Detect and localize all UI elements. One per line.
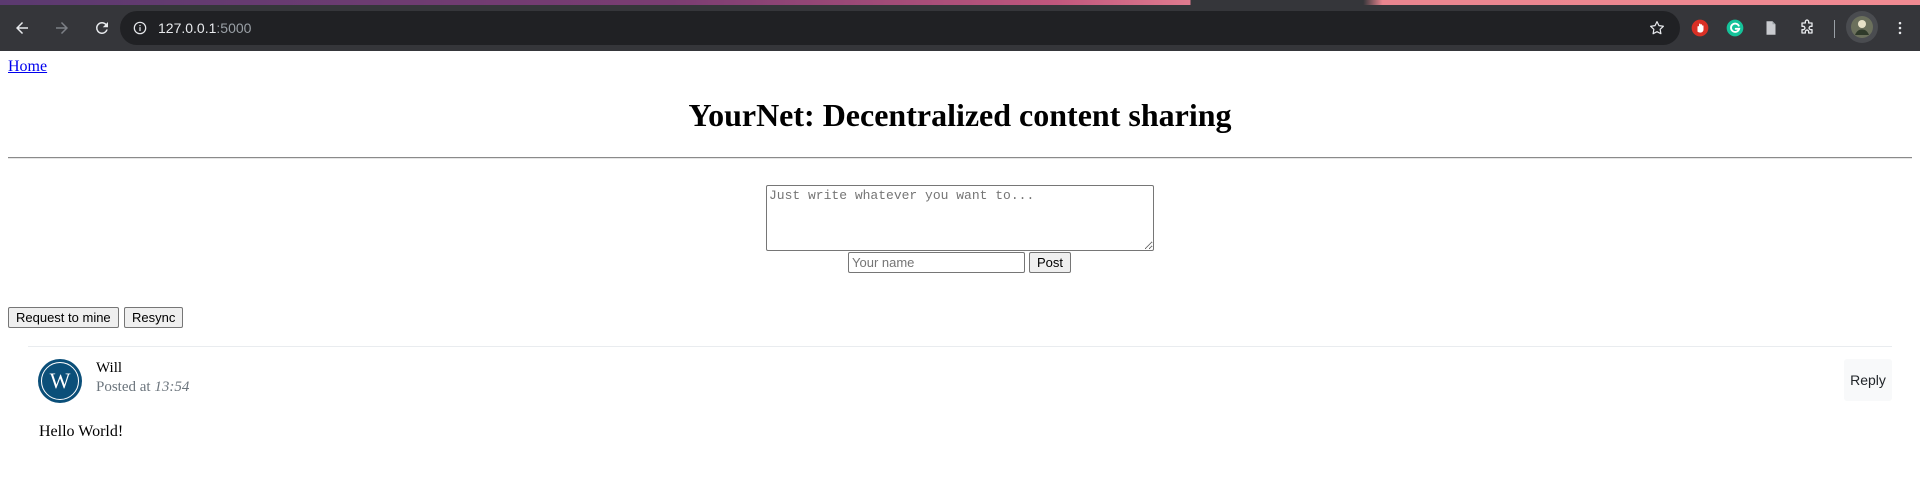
browser-chrome: 127.0.0.1:5000	[0, 0, 1920, 51]
hand-stop-icon[interactable]	[1688, 16, 1712, 40]
info-icon[interactable]	[132, 20, 148, 36]
posted-prefix: Posted at	[96, 379, 151, 395]
post-button[interactable]: Post	[1029, 252, 1072, 273]
reload-button[interactable]	[84, 10, 120, 46]
forward-button[interactable]	[44, 10, 80, 46]
address-bar[interactable]: 127.0.0.1:5000	[120, 11, 1680, 45]
home-link[interactable]: Home	[8, 58, 47, 76]
post-author: Will	[96, 360, 123, 376]
avatar: W	[38, 359, 82, 403]
kebab-menu-icon[interactable]	[1888, 16, 1912, 40]
browser-toolbar: 127.0.0.1:5000	[0, 5, 1920, 51]
url-port: :5000	[216, 20, 252, 36]
post-content-textarea[interactable]	[766, 185, 1154, 251]
url-text[interactable]: 127.0.0.1:5000	[158, 20, 251, 36]
puzzle-icon[interactable]	[1795, 16, 1819, 40]
author-name-input[interactable]	[848, 252, 1025, 273]
post-item: W Will Posted at 13:54 Reply Hello World…	[28, 346, 1892, 480]
page-title: YourNet: Decentralized content sharing	[688, 97, 1232, 133]
arrow-right-icon	[56, 22, 68, 34]
page-content: Home YourNet: Decentralized content shar…	[0, 51, 1920, 480]
grammarly-icon[interactable]	[1723, 16, 1747, 40]
post-content: Hello World!	[39, 423, 124, 440]
back-button[interactable]	[4, 10, 40, 46]
avatar-letter: W	[41, 362, 79, 400]
post-time: 13:54	[154, 379, 190, 395]
reload-icon	[95, 21, 108, 34]
url-host: 127.0.0.1	[158, 20, 217, 36]
resync-button[interactable]: Resync	[124, 307, 184, 328]
request-to-mine-button[interactable]: Request to mine	[8, 307, 119, 328]
star-icon[interactable]	[1648, 19, 1666, 37]
avatar-icon[interactable]	[1846, 11, 1878, 43]
post-timestamp: Posted at 13:54	[96, 379, 189, 396]
reply-button[interactable]: Reply	[1844, 359, 1892, 401]
toolbar-separator	[1834, 20, 1835, 38]
arrow-left-icon	[16, 22, 28, 34]
document-icon[interactable]	[1759, 16, 1783, 40]
divider	[8, 157, 1912, 159]
